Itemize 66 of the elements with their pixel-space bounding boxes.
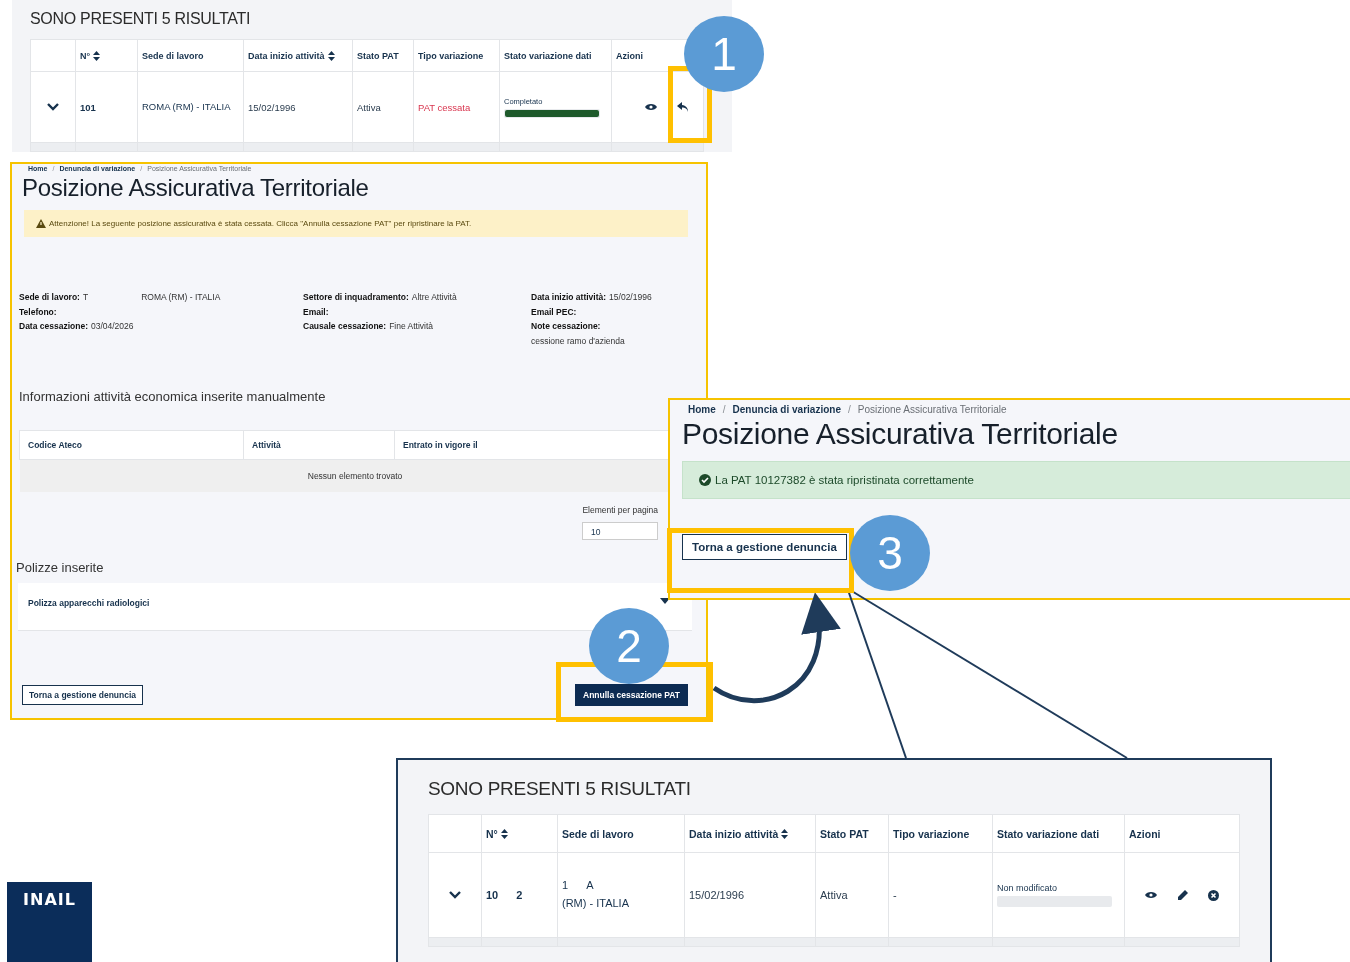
table-cell: 15/02/1996 (684, 852, 816, 938)
field-value: T (82, 291, 89, 304)
row-number: 101 (80, 101, 96, 113)
field-label: Email PEC: (531, 305, 577, 319)
column-header: Data inizio attività (689, 827, 779, 840)
column-header: Azioni (1129, 827, 1161, 840)
cancel-cessation-button[interactable]: Annulla cessazione PAT (575, 684, 688, 706)
field-label: Causale cessazione: (303, 320, 387, 333)
field-label: Note cessazione: (531, 320, 601, 333)
page-size-field[interactable]: 10 (582, 522, 658, 540)
step-number: 1 (684, 16, 764, 92)
workplace-address: 1 (562, 878, 569, 894)
workplace-address: ROMA (RM) - ITALIA (142, 100, 231, 115)
field-value: 03/04/2026 (91, 320, 134, 333)
field-label: Settore di inquadramento: (303, 291, 409, 304)
column-header: Tipo variazione (893, 827, 970, 840)
results-heading: SONO PRESENTI 5 RISULTATI (30, 10, 252, 28)
column-header: Stato variazione dati (997, 827, 1100, 840)
table-cell: - (888, 852, 993, 938)
table-cell: Attiva (352, 71, 414, 143)
column-header: Azioni (616, 50, 643, 61)
field-value: ROMA (RM) - ITALIA (141, 291, 221, 304)
column-header: Attività (243, 430, 395, 460)
breadcrumb-separator: / (847, 404, 851, 415)
column-header: Sede di lavoro (142, 50, 204, 61)
column-header: Codice Ateco (19, 430, 244, 460)
section-heading: Informazioni attività economica inserite manualmente (19, 389, 327, 404)
row-number: 10 (486, 889, 499, 901)
workplace-address: (RM) - ITALIA (562, 896, 629, 911)
column-header: Stato PAT (820, 827, 869, 840)
field-label: Data inizio attività: (531, 291, 607, 304)
breadcrumb-link[interactable]: Home (688, 404, 716, 415)
breadcrumb-link[interactable]: Denuncia di variazione (732, 404, 841, 415)
status-label: Non modificato (997, 883, 1059, 893)
logo-text: INAIL (23, 890, 76, 909)
field-label: Data cessazione: (19, 320, 88, 333)
success-text: La PAT 10127382 è stata ripristinata correttamente (715, 474, 974, 486)
column-header: Stato PAT (357, 50, 399, 61)
back-button[interactable]: Torna a gestione denuncia (682, 534, 847, 560)
column-header: N° (80, 50, 91, 61)
column-header: Sede di lavoro (562, 827, 634, 840)
field-value: 15/02/1996 (609, 291, 652, 304)
table-cell: PAT cessata (413, 71, 500, 143)
column-header: Data inizio attività (248, 50, 325, 61)
breadcrumb-separator: / (722, 404, 726, 415)
back-button[interactable]: Torna a gestione denuncia (22, 685, 144, 705)
field-value: Fine Attività (389, 320, 434, 333)
accordion-title: Polizza apparecchi radiologici (28, 598, 150, 608)
field-label: Telefono: (19, 305, 57, 319)
results-heading: SONO PRESENTI 5 RISULTATI (428, 778, 692, 800)
column-header: N° (486, 827, 498, 840)
section-heading: Polizze inserite (16, 560, 105, 575)
accordion-item[interactable]: Polizza apparecchi radiologici (18, 583, 692, 631)
workplace-address: A (586, 878, 594, 894)
field-label: Sede di lavoro: (19, 291, 80, 304)
field-value: Altre Attività (411, 291, 457, 304)
field-label: Email: (303, 305, 329, 319)
row-number: 2 (516, 889, 523, 901)
field-value: cessione ramo d'azienda (531, 334, 625, 348)
table-cell: 15/02/1996 (243, 71, 353, 143)
page-size-label: Elementi per pagina (582, 505, 658, 515)
table-cell: Attiva (815, 852, 889, 938)
page-title: Posizione Assicurativa Territoriale (21, 174, 370, 202)
column-header: Stato variazione dati (504, 50, 592, 61)
warning-text: Attenzione! La seguente posizione assicurativa è stata cessata. Clicca "Annulla cessazione PAT" per ripristinare la PAT. (49, 219, 472, 228)
column-header: Tipo variazione (418, 50, 484, 61)
